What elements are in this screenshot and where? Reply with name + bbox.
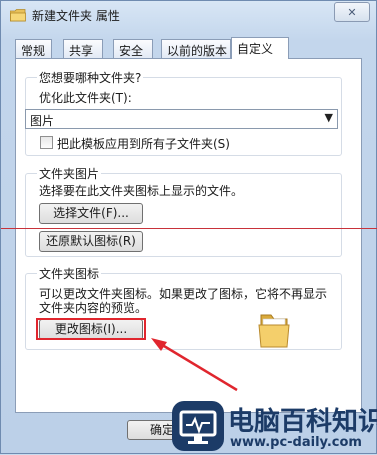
folder-icons-heading: 文件夹图标 [37,265,102,282]
folder-icon [258,314,290,348]
close-icon: ✕ [347,5,357,19]
watermark-name: 电脑百科知识 [228,407,377,437]
restore-default-button[interactable]: 还原默认图标(R) [39,231,143,252]
annotation-line [1,228,377,229]
folder-icon [10,9,26,22]
optimize-select[interactable]: 图片 ▼ [25,109,338,129]
folder-pictures-heading: 文件夹图片 [37,165,102,182]
optimize-select-value: 图片 [30,114,55,128]
tab-previous-versions[interactable]: 以前的版本 [161,39,231,58]
tab-general[interactable]: 常规 [15,39,52,58]
close-button[interactable]: ✕ [334,2,370,22]
watermark: 电脑百科知识 www.pc-daily.com [172,399,377,455]
apply-subfolders-label: 把此模板应用到所有子文件夹(S) [57,137,230,151]
folder-pictures-description: 选择要在此文件夹图标上显示的文件。 [39,184,244,198]
folder-icons-description-line2: 文件夹内容的预览。 [39,301,148,315]
tab-sharing[interactable]: 共享 [63,39,103,58]
properties-window: 新建文件夹 属性 ✕ 常规 共享 安全 以前的版本 自定义 您想要哪种文件夹? … [0,0,377,454]
chevron-down-icon: ▼ [324,111,333,124]
title-bar[interactable]: 新建文件夹 属性 ✕ [1,1,376,31]
tab-customize[interactable]: 自定义 [231,37,289,59]
choose-file-button[interactable]: 选择文件(F)... [39,203,143,224]
monitor-logo-icon [172,401,224,451]
optimize-label: 优化此文件夹(T): [39,91,132,105]
apply-subfolders-checkbox[interactable] [40,136,53,149]
watermark-url: www.pc-daily.com [230,435,362,450]
tab-security[interactable]: 安全 [113,39,153,58]
folder-type-heading: 您想要哪种文件夹? [37,69,144,86]
window-title: 新建文件夹 属性 [32,9,120,23]
annotation-highlight-box [36,318,146,340]
